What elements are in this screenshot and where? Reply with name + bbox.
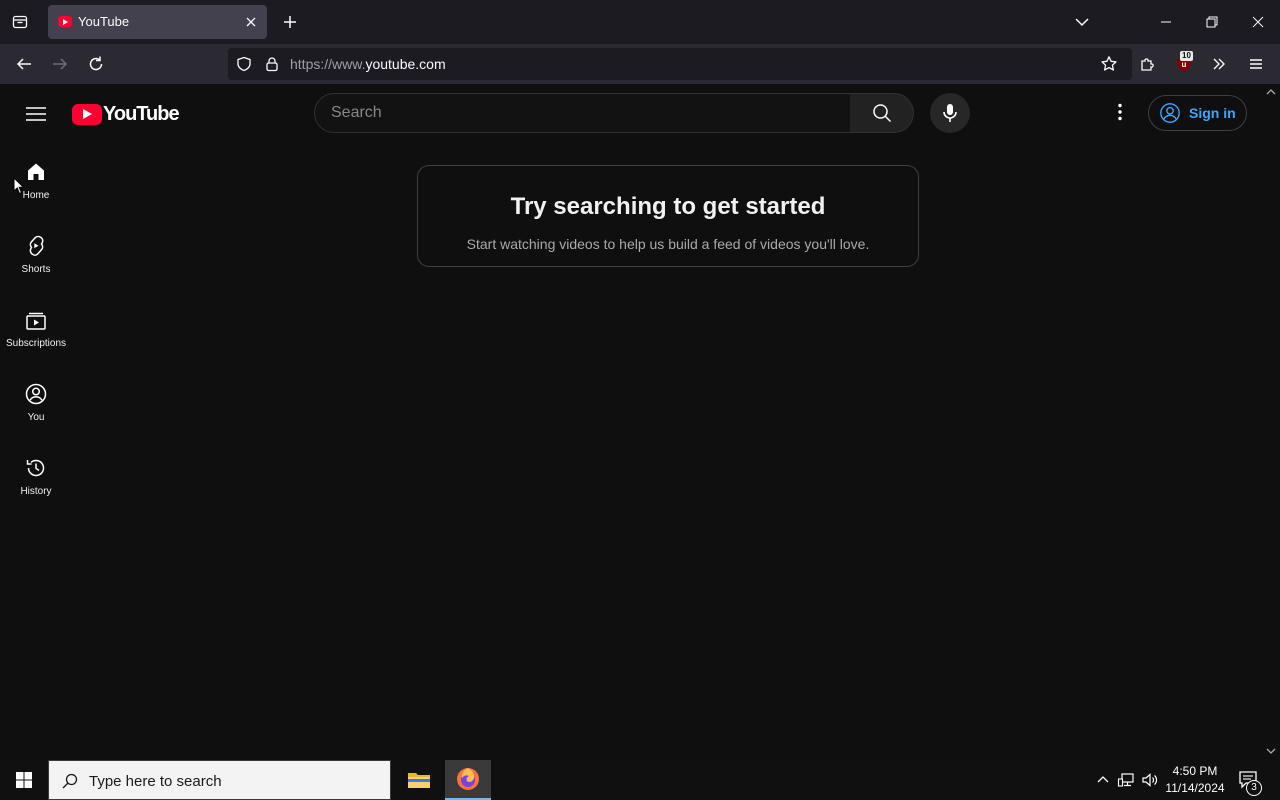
window-close-icon[interactable] bbox=[1244, 8, 1272, 36]
windows-start-icon[interactable] bbox=[0, 760, 48, 800]
taskbar-search-box[interactable]: Type here to search bbox=[48, 760, 391, 800]
windows-taskbar: Type here to search 4:50 PM 11/14/2024 3 bbox=[0, 760, 1280, 800]
search-placeholder: Search bbox=[331, 104, 382, 121]
youtube-play-logo-icon bbox=[72, 103, 102, 125]
forward-arrow-icon[interactable] bbox=[48, 52, 72, 76]
youtube-favicon-icon bbox=[58, 16, 72, 27]
tracking-protection-shield-icon[interactable] bbox=[236, 56, 252, 72]
url-prefix: https://www. bbox=[290, 56, 366, 72]
guide-item-label: Home bbox=[22, 190, 50, 201]
account-icon bbox=[1160, 103, 1180, 123]
reload-icon[interactable] bbox=[84, 52, 108, 76]
guide-item-label: History bbox=[20, 486, 52, 497]
notification-count-badge: 3 bbox=[1246, 780, 1262, 796]
guide-item-shorts[interactable]: Shorts bbox=[4, 226, 68, 296]
guide-item-you[interactable]: You bbox=[4, 374, 68, 444]
extension-badge: 10 bbox=[1180, 51, 1193, 61]
empty-state-title: Try searching to get started bbox=[510, 193, 826, 220]
close-tab-icon[interactable] bbox=[243, 14, 259, 30]
browser-tab-strip: YouTube bbox=[0, 0, 1280, 44]
file-explorer-icon[interactable] bbox=[396, 760, 442, 800]
home-icon bbox=[24, 160, 48, 184]
scroll-up-arrow-icon[interactable] bbox=[1265, 86, 1277, 98]
clock-date: 11/14/2024 bbox=[1165, 781, 1225, 795]
lock-icon[interactable] bbox=[264, 56, 280, 72]
minimize-icon[interactable] bbox=[1152, 8, 1180, 36]
youtube-wordmark: YouTube bbox=[103, 102, 180, 125]
history-icon bbox=[24, 456, 48, 480]
empty-feed-card: Try searching to get started Start watch… bbox=[417, 165, 919, 267]
url-text[interactable]: https://www.youtube.com bbox=[290, 56, 446, 72]
shorts-icon bbox=[24, 234, 48, 258]
bookmark-star-icon[interactable] bbox=[1100, 55, 1118, 73]
network-icon[interactable] bbox=[1117, 771, 1135, 789]
subscriptions-icon bbox=[24, 308, 48, 332]
list-all-tabs-chevron-icon[interactable] bbox=[1072, 12, 1092, 32]
you-icon bbox=[24, 382, 48, 406]
url-domain: youtube.com bbox=[365, 56, 446, 72]
search-icon bbox=[872, 104, 891, 123]
sign-in-label: Sign in bbox=[1189, 105, 1236, 121]
youtube-header: YouTube Search Sign in bbox=[0, 84, 1280, 142]
guide-item-subscriptions[interactable]: Subscriptions bbox=[4, 300, 68, 370]
svg-text:u: u bbox=[1182, 60, 1187, 69]
search-input[interactable]: Search bbox=[314, 93, 851, 133]
taskbar-search-placeholder: Type here to search bbox=[89, 773, 222, 790]
extensions-puzzle-icon[interactable] bbox=[1136, 52, 1160, 76]
back-arrow-icon[interactable] bbox=[12, 52, 36, 76]
guide-item-label: Shorts bbox=[21, 264, 51, 275]
browser-tab-youtube[interactable]: YouTube bbox=[48, 5, 267, 39]
guide-item-label: Subscriptions bbox=[5, 338, 67, 349]
volume-icon[interactable] bbox=[1141, 771, 1159, 789]
hamburger-menu-icon[interactable] bbox=[1244, 52, 1268, 76]
new-tab-plus-icon[interactable] bbox=[280, 12, 300, 32]
microphone-icon bbox=[943, 104, 957, 122]
sign-in-button[interactable]: Sign in bbox=[1148, 95, 1247, 131]
more-tools-chevrons-icon[interactable] bbox=[1207, 52, 1231, 76]
firefox-view-icon[interactable] bbox=[6, 8, 34, 36]
taskbar-clock[interactable]: 4:50 PM 11/14/2024 bbox=[1160, 763, 1230, 797]
show-hidden-icons-chevron-icon[interactable] bbox=[1094, 771, 1112, 789]
voice-search-button[interactable] bbox=[930, 93, 970, 133]
youtube-logo[interactable]: YouTube bbox=[72, 102, 180, 125]
address-bar[interactable]: https://www.youtube.com bbox=[228, 48, 1132, 80]
settings-more-icon[interactable] bbox=[1108, 100, 1132, 124]
scroll-down-arrow-icon[interactable] bbox=[1265, 745, 1277, 757]
clock-time: 4:50 PM bbox=[1172, 764, 1218, 778]
guide-menu-icon[interactable] bbox=[22, 100, 50, 128]
browser-navigation-bar: https://www.youtube.com u bbox=[0, 44, 1280, 84]
restore-icon[interactable] bbox=[1198, 8, 1226, 36]
mouse-cursor-icon bbox=[13, 177, 25, 195]
tab-title: YouTube bbox=[78, 14, 130, 29]
search-button[interactable] bbox=[850, 93, 914, 133]
guide-item-history[interactable]: History bbox=[4, 448, 68, 518]
firefox-taskbar-icon[interactable] bbox=[445, 760, 491, 800]
search-icon bbox=[61, 772, 79, 790]
empty-state-subtitle: Start watching videos to help us build a… bbox=[466, 236, 870, 252]
guide-item-label: You bbox=[27, 412, 45, 423]
